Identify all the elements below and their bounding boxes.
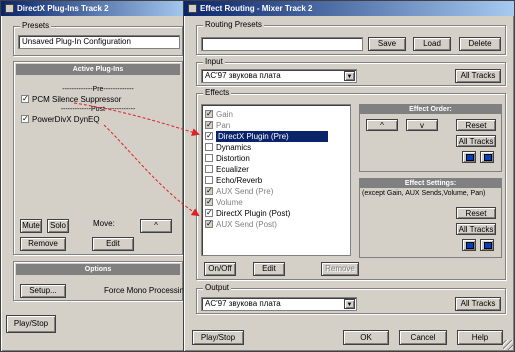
plugins-window-title: DirectX Plug-Ins Track 2: [17, 4, 109, 13]
effect-item[interactable]: Dynamics: [202, 142, 350, 153]
edit-plugin-button[interactable]: Edit: [92, 237, 134, 251]
preset-field[interactable]: Unsaved Plug-In Configuration: [18, 35, 180, 49]
effect-checkbox[interactable]: [205, 165, 213, 173]
paste-icon[interactable]: [480, 151, 494, 163]
ok-button[interactable]: OK: [343, 330, 389, 345]
effect-item[interactable]: AUX Send (Post): [202, 218, 350, 230]
effect-checkbox[interactable]: [205, 207, 213, 218]
plugins-window: DirectX Plug-Ins Track 2 Presets Unsaved…: [0, 0, 188, 352]
plugins-window-titlebar[interactable]: DirectX Plug-Ins Track 2: [1, 1, 187, 16]
effect-item[interactable]: Echo/Reverb: [202, 175, 350, 186]
order-reset-button[interactable]: Reset: [456, 119, 496, 131]
resize-grip-icon[interactable]: [503, 340, 513, 350]
help-button[interactable]: Help: [457, 330, 503, 345]
effect-order-panel: Effect Order: ^ v Reset All Tracks: [359, 104, 502, 172]
routing-preset-field[interactable]: [201, 37, 363, 51]
move-label: Move:: [93, 219, 115, 228]
plugin-checkbox[interactable]: [21, 93, 29, 104]
mute-button[interactable]: Mute: [20, 219, 42, 233]
solo-button[interactable]: Solo: [47, 219, 69, 233]
order-all-tracks-button[interactable]: All Tracks: [456, 135, 496, 147]
paste-icon[interactable]: [480, 239, 494, 251]
effect-item-selected[interactable]: DirectX Plugin (Pre): [202, 130, 350, 142]
chevron-down-icon[interactable]: ▼: [344, 71, 355, 81]
effect-checkbox[interactable]: [205, 196, 213, 207]
on-off-button[interactable]: On/Off: [204, 262, 236, 276]
effect-checkbox[interactable]: [205, 130, 213, 141]
effect-checkbox[interactable]: [205, 119, 213, 130]
effect-checkbox[interactable]: [205, 154, 213, 162]
copy-icon[interactable]: [462, 151, 476, 163]
active-plugins-header: Active Plug-Ins: [16, 64, 180, 75]
delete-button[interactable]: Delete: [459, 37, 501, 51]
load-button[interactable]: Load: [413, 37, 451, 51]
options-header: Options: [16, 264, 180, 275]
active-plugins-list[interactable]: -------------Pre------------- PCM Silenc…: [18, 78, 178, 216]
plugin-item-dyneq[interactable]: PowerDivX DynEQ: [18, 113, 178, 125]
effect-settings-header: Effect Settings:: [360, 179, 501, 188]
effect-settings-panel: Effect Settings: (except Gain, AUX Sends…: [359, 178, 502, 258]
presets-group: Presets Unsaved Plug-In Configuration: [13, 21, 183, 56]
input-label: Input: [203, 57, 225, 66]
pre-separator: -------------Pre-------------: [62, 86, 134, 93]
settings-all-tracks-button[interactable]: All Tracks: [456, 223, 496, 235]
effects-group: Effects Gain Pan DirectX Plugin (Pre) Dy…: [196, 88, 506, 280]
effect-checkbox[interactable]: [205, 218, 213, 229]
effect-item[interactable]: Ecualizer: [202, 164, 350, 175]
effect-edit-button[interactable]: Edit: [253, 262, 285, 276]
effect-checkbox[interactable]: [205, 143, 213, 151]
order-up-button[interactable]: ^: [366, 119, 398, 131]
routing-window: Effect Routing - Mixer Track 2 Routing P…: [183, 0, 515, 352]
window-app-icon: [188, 4, 197, 13]
effect-item[interactable]: Volume: [202, 196, 350, 208]
copy-icon[interactable]: [462, 239, 476, 251]
output-all-tracks-button[interactable]: All Tracks: [455, 297, 501, 311]
effect-item[interactable]: Distortion: [202, 153, 350, 164]
effect-item[interactable]: Pan: [202, 119, 350, 131]
active-plugins-group: Active Plug-Ins -------------Pre--------…: [13, 61, 183, 255]
left-play-stop-button[interactable]: Play/Stop: [6, 315, 56, 333]
options-group: Options Setup... Force Mono Processing: [13, 261, 188, 301]
effect-checkbox[interactable]: [205, 185, 213, 196]
routing-window-titlebar[interactable]: Effect Routing - Mixer Track 2: [184, 1, 514, 16]
plugin-checkbox[interactable]: [21, 113, 29, 124]
chevron-down-icon[interactable]: ▼: [344, 299, 355, 309]
effect-item[interactable]: AUX Send (Pre): [202, 185, 350, 197]
effect-item[interactable]: Gain: [202, 108, 350, 120]
cancel-button[interactable]: Cancel: [399, 330, 447, 345]
input-all-tracks-button[interactable]: All Tracks: [455, 69, 501, 83]
effect-remove-button[interactable]: Remove: [321, 262, 359, 276]
force-mono-label: Force Mono Processing: [104, 286, 189, 295]
plugin-item-pcm[interactable]: PCM Silence Suppressor: [18, 93, 178, 105]
routing-presets-label: Routing Presets: [203, 20, 264, 29]
right-play-stop-button[interactable]: Play/Stop: [192, 330, 244, 345]
output-group: Output AC'97 звукова плата ▼ All Tracks: [196, 283, 506, 314]
save-button[interactable]: Save: [368, 37, 406, 51]
setup-button[interactable]: Setup...: [20, 284, 66, 298]
effects-label: Effects: [203, 88, 232, 97]
effect-order-header: Effect Order:: [360, 105, 501, 114]
output-select[interactable]: AC'97 звукова плата ▼: [201, 297, 357, 311]
input-group: Input AC'97 звукова плата ▼ All Tracks: [196, 57, 506, 86]
presets-label: Presets: [20, 21, 52, 30]
settings-reset-button[interactable]: Reset: [456, 207, 496, 219]
effects-list[interactable]: Gain Pan DirectX Plugin (Pre) Dynamics D…: [201, 104, 351, 256]
effect-checkbox[interactable]: [205, 176, 213, 184]
effect-settings-note: (except Gain, AUX Sends,Volume, Pan): [362, 190, 486, 197]
effect-checkbox[interactable]: [205, 108, 213, 119]
input-select[interactable]: AC'97 звукова плата ▼: [201, 69, 357, 83]
routing-window-title: Effect Routing - Mixer Track 2: [200, 4, 313, 13]
effect-item[interactable]: DirectX Plugin (Post): [202, 207, 350, 219]
routing-presets-group: Routing Presets Save Load Delete: [196, 20, 506, 55]
post-separator: -------------Post-------------: [60, 106, 136, 113]
remove-plugin-button[interactable]: Remove: [20, 237, 66, 251]
window-app-icon: [5, 4, 14, 13]
order-down-button[interactable]: v: [406, 119, 438, 131]
output-label: Output: [203, 283, 232, 292]
move-up-button[interactable]: ^: [140, 219, 172, 233]
